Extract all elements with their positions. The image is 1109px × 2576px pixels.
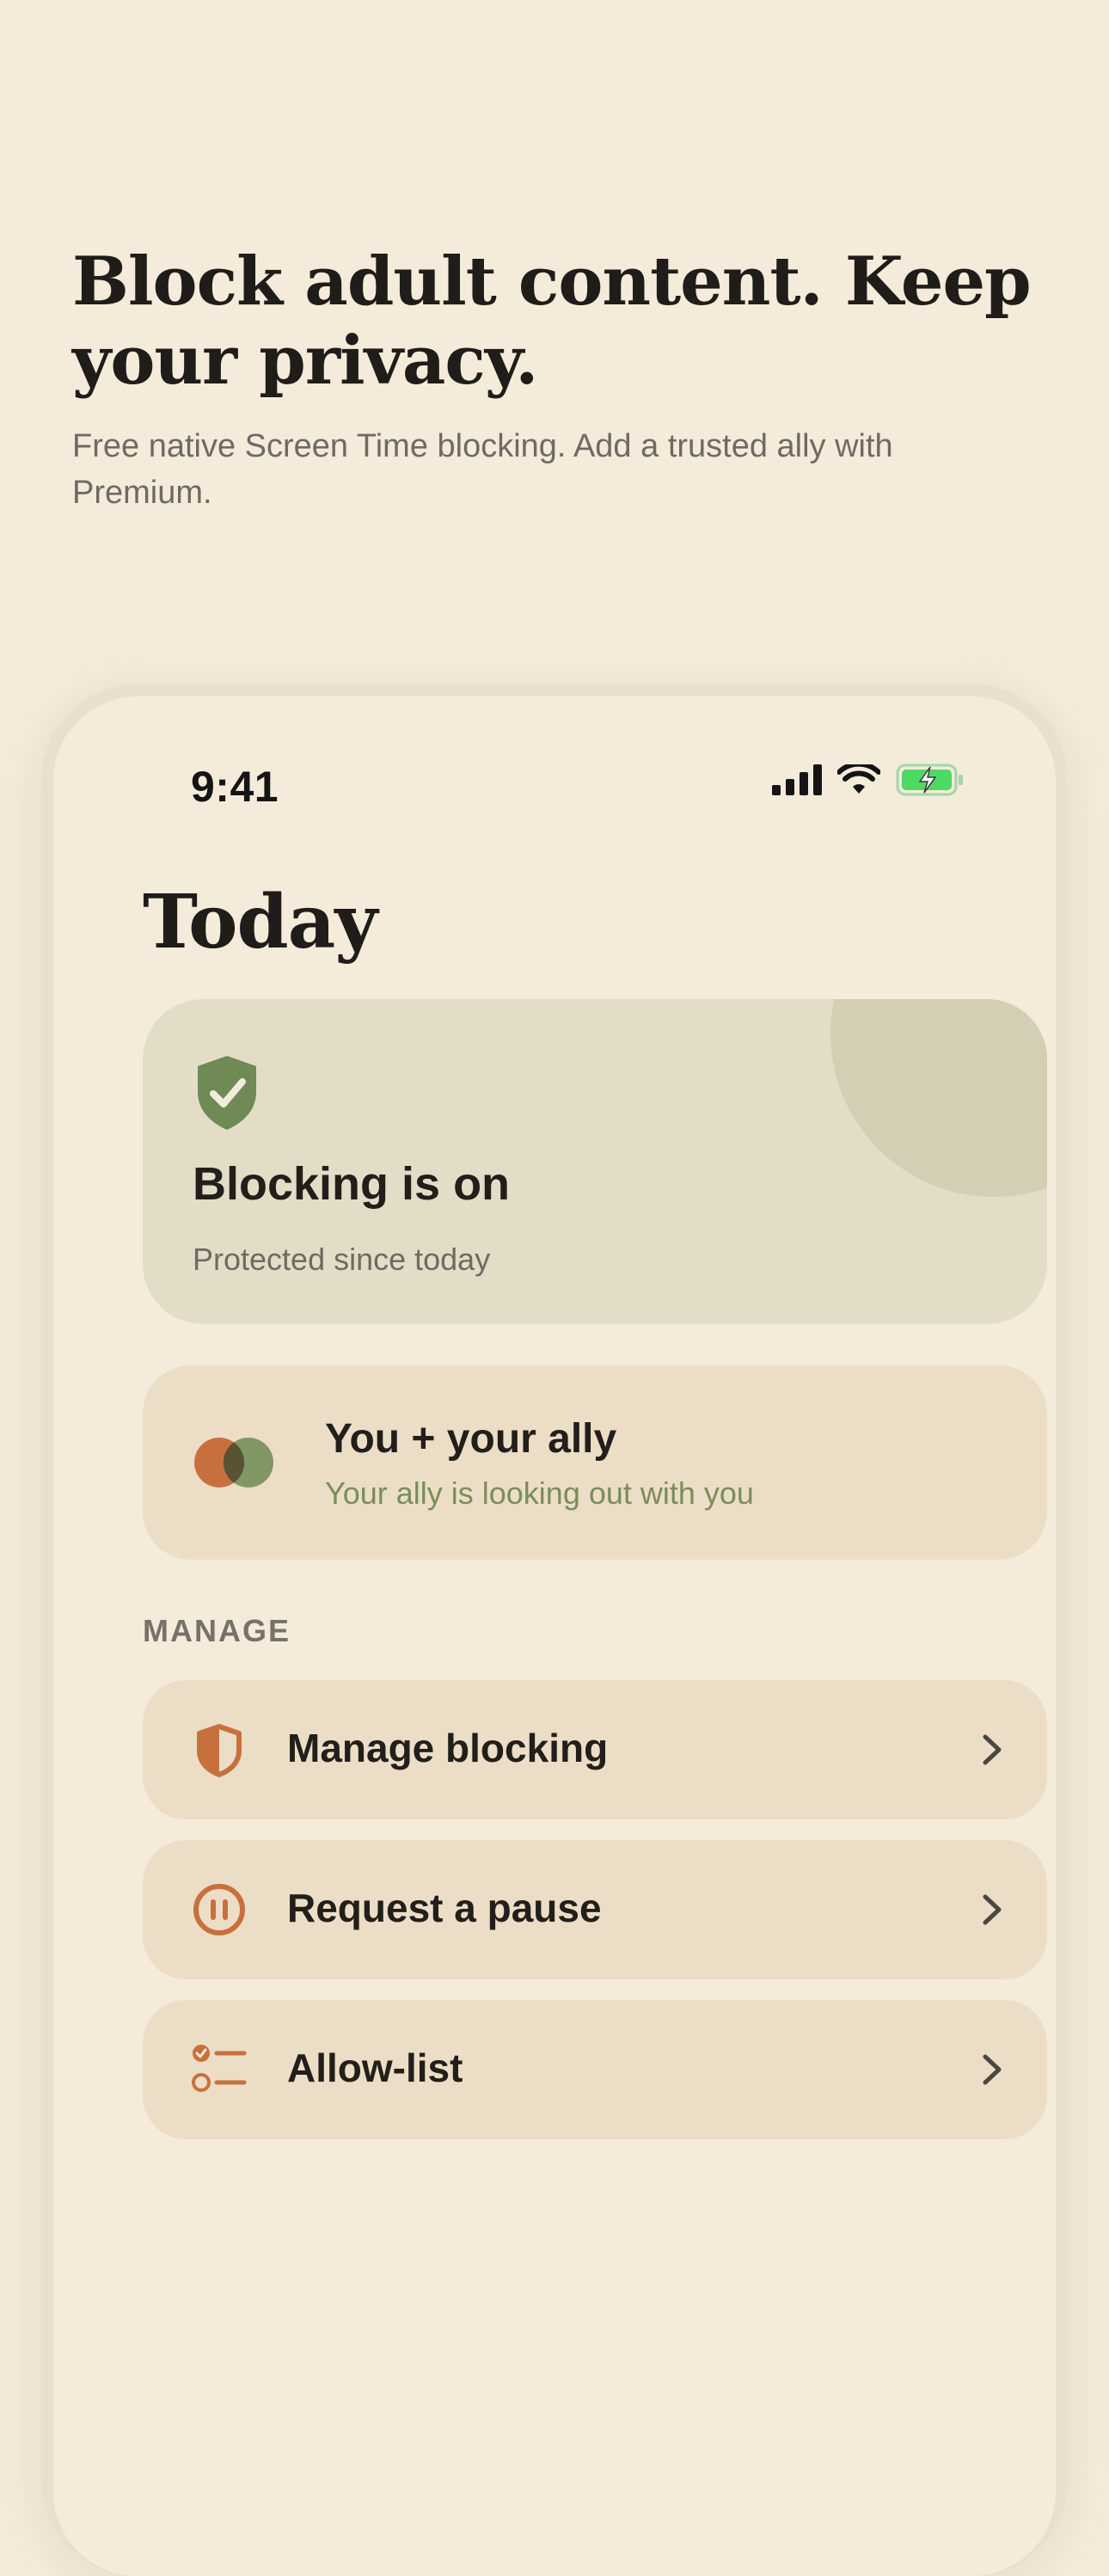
chevron-right-icon bbox=[983, 2054, 1002, 2085]
phone-frame: 9:41 Today Blocking is on Protected sinc… bbox=[41, 684, 1068, 2576]
wifi-icon bbox=[837, 764, 880, 794]
ally-card[interactable]: You + your ally Your ally is looking out… bbox=[143, 1365, 1047, 1560]
battery-charging-icon bbox=[896, 764, 963, 796]
chevron-right-icon bbox=[983, 1894, 1002, 1925]
page-title: Today bbox=[143, 879, 377, 966]
hero-title: Block adult content. Keep your privacy. bbox=[72, 242, 1032, 400]
blocking-subtitle: Protected since today bbox=[193, 1242, 491, 1277]
hero-subtitle: Free native Screen Time blocking. Add a … bbox=[72, 428, 893, 511]
manage-blocking-row[interactable]: Manage blocking bbox=[143, 1680, 1047, 1819]
status-time: 9:41 bbox=[191, 763, 279, 811]
blocking-title: Blocking is on bbox=[193, 1158, 511, 1210]
ally-title: You + your ally bbox=[325, 1416, 617, 1462]
row-label-allow-list: Allow-list bbox=[287, 2045, 463, 2090]
blocking-status-card: Blocking is on Protected since today bbox=[143, 999, 1047, 1324]
ally-subtitle: Your ally is looking out with you bbox=[325, 1475, 754, 1511]
phone-screen: 9:41 Today Blocking is on Protected sinc… bbox=[53, 696, 1056, 2576]
request-pause-row[interactable]: Request a pause bbox=[143, 1840, 1047, 1979]
cellular-signal-icon bbox=[772, 764, 822, 795]
overlapping-circles-icon bbox=[194, 1438, 273, 1487]
allow-list-row[interactable]: Allow-list bbox=[143, 2000, 1047, 2139]
shield-check-icon bbox=[198, 1056, 256, 1130]
row-label-request-pause: Request a pause bbox=[287, 1886, 602, 1930]
row-label-manage-blocking: Manage blocking bbox=[287, 1726, 609, 1770]
shield-half-icon bbox=[197, 1724, 242, 1777]
status-icons bbox=[772, 764, 965, 796]
pause-circle-icon bbox=[193, 1884, 245, 1935]
checklist-icon bbox=[192, 2045, 247, 2092]
manage-section-label: MANAGE bbox=[143, 1613, 291, 1648]
chevron-right-icon bbox=[983, 1734, 1002, 1765]
decorative-circle bbox=[830, 999, 1047, 1197]
